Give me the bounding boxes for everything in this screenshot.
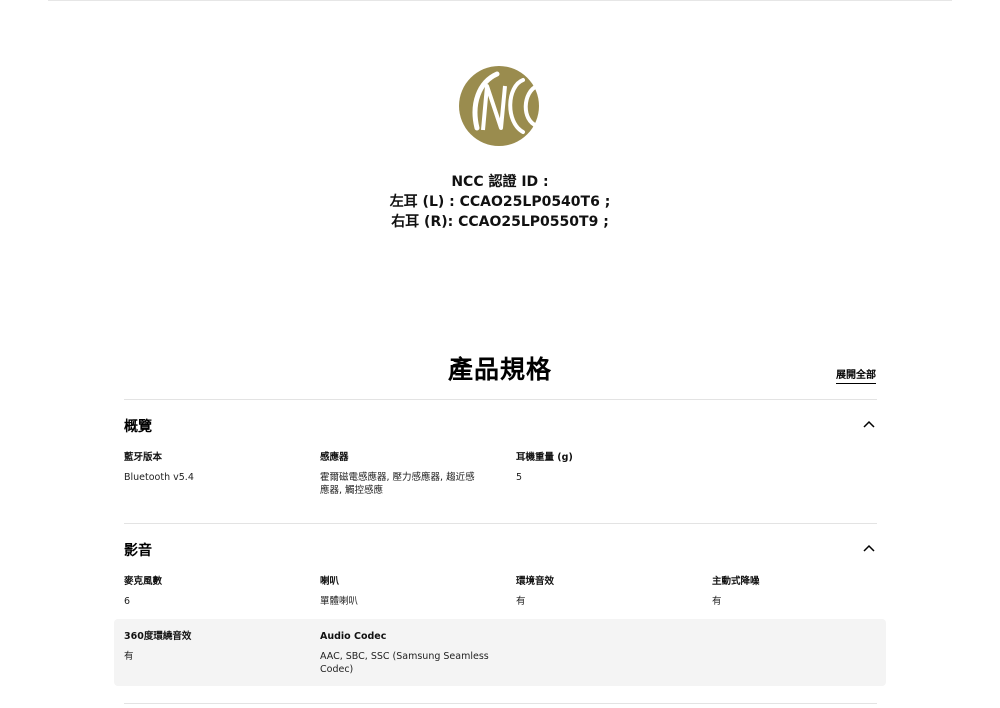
spec-value: 5	[516, 472, 523, 483]
spec-value: AAC, SBC, SSC (Samsung Seamless Codec)	[320, 651, 489, 675]
spec-value: 霍爾磁電感應器, 壓力感應器, 趨近感應器, 觸控感應	[320, 472, 475, 496]
chevron-up-icon[interactable]	[862, 541, 876, 555]
spec-label: 喇叭	[320, 576, 340, 587]
section-title-audio-video[interactable]: 影音	[124, 540, 152, 560]
spec-value: 有	[712, 596, 722, 607]
ncc-certification-text: NCC 認證 ID : 左耳 (L) : CCAO25LP0540T6 ; 右耳…	[300, 172, 700, 232]
spec-item-weight: 耳機重量 (g) 5	[516, 451, 688, 484]
spec-item-audio-codec: Audio Codec AAC, SBC, SSC (Samsung Seaml…	[320, 630, 490, 676]
spec-item-bluetooth: 藍牙版本 Bluetooth v5.4	[124, 451, 296, 484]
expand-all-link[interactable]: 展開全部	[836, 366, 876, 384]
spec-label: 耳機重量 (g)	[516, 452, 573, 463]
spec-label: 麥克風數	[124, 576, 163, 587]
spec-label: 感應器	[320, 452, 349, 463]
spec-value: 單體喇叭	[320, 596, 359, 607]
spec-value: 6	[124, 596, 131, 607]
spec-value: Bluetooth v5.4	[124, 472, 194, 483]
section-divider	[124, 523, 877, 524]
spec-item-microphones: 麥克風數 6	[124, 575, 296, 608]
spec-item-sensors: 感應器 霍爾磁電感應器, 壓力感應器, 趨近感應器, 觸控感應	[320, 451, 482, 497]
spec-label: Audio Codec	[320, 631, 387, 642]
section-divider	[124, 399, 877, 400]
ncc-id-heading: NCC 認證 ID :	[451, 174, 549, 190]
spec-label: 藍牙版本	[124, 452, 163, 463]
spec-label: 主動式降噪	[712, 576, 760, 587]
spec-value: 有	[124, 651, 134, 662]
spec-title: 產品規格	[447, 355, 552, 384]
ncc-certification-logo	[459, 66, 539, 146]
section-title-overview[interactable]: 概覽	[124, 416, 152, 436]
chevron-up-icon[interactable]	[862, 417, 876, 431]
spec-item-speaker: 喇叭 單體喇叭	[320, 575, 492, 608]
ncc-id-right: 右耳 (R): CCAO25LP0550T9 ;	[391, 214, 609, 230]
spec-label: 360度環繞音效	[124, 631, 192, 642]
spec-item-anc: 主動式降噪 有	[712, 575, 884, 608]
ncc-id-left: 左耳 (L) : CCAO25LP0540T6 ;	[389, 194, 611, 210]
section-divider	[124, 703, 877, 704]
top-divider	[48, 0, 952, 1]
spec-item-ambient-sound: 環境音效 有	[516, 575, 688, 608]
spec-item-360-audio: 360度環繞音效 有	[124, 630, 296, 663]
spec-label: 環境音效	[516, 576, 555, 587]
spec-value: 有	[516, 596, 526, 607]
